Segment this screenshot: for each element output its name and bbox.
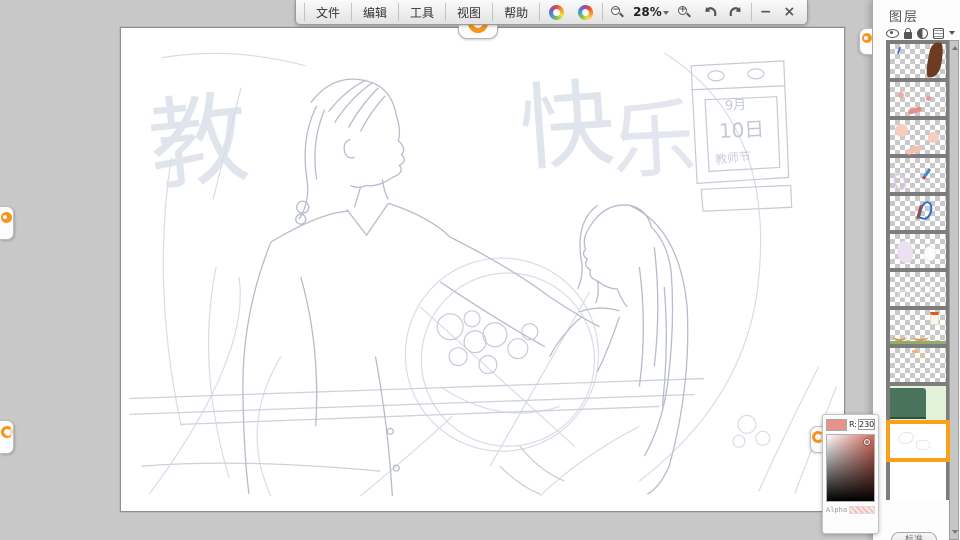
blend-mode-button[interactable]: 标准 [891, 532, 937, 540]
chevron-down-icon [663, 11, 669, 18]
zoom-level-value: 28% [633, 5, 662, 19]
layer-thumbnail-lineart-selected[interactable] [890, 424, 946, 462]
toolbar-separator [351, 3, 352, 21]
zoom-level-display[interactable]: 28% [630, 0, 672, 24]
undo-button[interactable] [697, 0, 723, 24]
color-wheel-icon [575, 1, 596, 22]
layer-list [886, 40, 950, 500]
layer-thumbnail-bottle[interactable] [890, 310, 946, 348]
redo-button[interactable] [723, 0, 749, 24]
chevron-down-icon[interactable] [949, 31, 955, 38]
visibility-eye-icon[interactable] [886, 29, 899, 38]
undo-icon [702, 4, 718, 20]
menu-view[interactable]: 视图 [448, 0, 490, 24]
zoom-in-icon: + [677, 5, 692, 20]
orange-dot-icon [862, 33, 872, 43]
zoom-out-icon: − [610, 5, 625, 20]
layer-thumbnail-faint-sketch[interactable] [890, 272, 946, 310]
toolbar-separator [398, 3, 399, 21]
minimize-icon: − [760, 4, 772, 20]
menu-help[interactable]: 帮助 [495, 0, 537, 24]
calendar-day: 10日 [718, 118, 764, 143]
menu-tools[interactable]: 工具 [401, 0, 443, 24]
layers-scrollbar[interactable] [949, 40, 959, 540]
saturation-value-gradient[interactable] [826, 434, 875, 502]
scroll-down-icon[interactable] [952, 530, 958, 537]
layers-panel-collapse-handle[interactable] [859, 28, 872, 55]
color-picker-panel: R: 230 Alpha [822, 414, 879, 534]
left-panel-tab-2[interactable] [0, 420, 14, 454]
orange-dot-icon [1, 212, 12, 223]
layers-panel-toolbar [886, 27, 955, 39]
drawing-canvas[interactable]: 教 快 乐 [120, 27, 845, 512]
tool-popup-handle[interactable] [458, 24, 498, 39]
girl-figure-sketch [550, 205, 688, 494]
toolbar-separator [751, 3, 752, 21]
layer-thumbnail-white-background[interactable] [890, 462, 946, 500]
zoom-out-button[interactable]: − [605, 0, 630, 24]
toolbar-separator [445, 3, 446, 21]
paint-app-window: { "app": { "accent_color": "#f7941d", "w… [0, 0, 960, 540]
layers-panel-title: 图层 [889, 6, 919, 25]
menu-edit-label: 编辑 [363, 4, 387, 21]
minimize-button[interactable]: − [754, 0, 778, 24]
layers-panel: 图层 标准 [872, 0, 960, 540]
menu-tools-label: 工具 [410, 4, 434, 21]
current-color-swatch[interactable] [826, 419, 847, 431]
calendar-month: 9月 [725, 98, 747, 114]
close-button[interactable]: × [778, 0, 802, 24]
main-toolbar: 文件 编辑 工具 视图 帮助 − 28% + − × [295, 0, 808, 25]
toolbar-separator [304, 3, 305, 21]
layer-thumbnail-purple-shapes[interactable] [890, 234, 946, 272]
menu-file[interactable]: 文件 [307, 0, 349, 24]
scroll-up-icon[interactable] [952, 43, 958, 50]
menu-help-label: 帮助 [504, 4, 528, 21]
layer-thumbnail-ribbon[interactable] [890, 196, 946, 234]
toolbar-separator [492, 3, 493, 21]
lock-icon[interactable] [904, 32, 912, 39]
calendar-festival: 教师节 [714, 148, 751, 167]
alpha-label: Alpha [826, 506, 847, 514]
layer-thumbnail-orange-marks[interactable] [890, 348, 946, 386]
layer-thumbnail-skin[interactable] [890, 120, 946, 158]
menu-view-label: 视图 [457, 4, 481, 21]
left-panel-tab-1[interactable] [0, 206, 14, 240]
redo-icon [728, 4, 744, 20]
color-cursor-icon[interactable] [864, 439, 870, 445]
layer-thumbnail-blush[interactable] [890, 82, 946, 120]
menu-file-label: 文件 [316, 4, 340, 21]
layer-thumbnail-hair[interactable] [890, 44, 946, 82]
alpha-row: Alpha [826, 506, 875, 514]
greeting-char-3: 乐 [609, 88, 699, 191]
pencil-sketch: 教 快 乐 [121, 28, 844, 511]
alpha-slider[interactable] [849, 506, 875, 514]
toolbar-separator [539, 3, 540, 21]
color-picker-header: R: 230 [826, 418, 875, 431]
menu-edit[interactable]: 编辑 [354, 0, 396, 24]
color-wheel-icon [549, 5, 564, 20]
color-tool-button[interactable] [542, 0, 571, 24]
layer-thumbnail-accessory[interactable] [890, 158, 946, 196]
toolbar-separator [602, 3, 603, 21]
layer-thumbnail-blackboard[interactable] [890, 386, 946, 424]
close-icon: × [784, 4, 796, 20]
layer-options-icon[interactable] [933, 28, 944, 39]
palette-tool-button[interactable] [571, 0, 600, 24]
red-channel-label: R: [849, 420, 857, 429]
blend-halfcircle-icon[interactable] [917, 28, 928, 39]
greeting-char-2: 快 [516, 69, 618, 185]
red-channel-input[interactable]: 230 [858, 419, 875, 430]
orange-ring-icon [1, 426, 13, 438]
zoom-in-button[interactable]: + [672, 0, 697, 24]
